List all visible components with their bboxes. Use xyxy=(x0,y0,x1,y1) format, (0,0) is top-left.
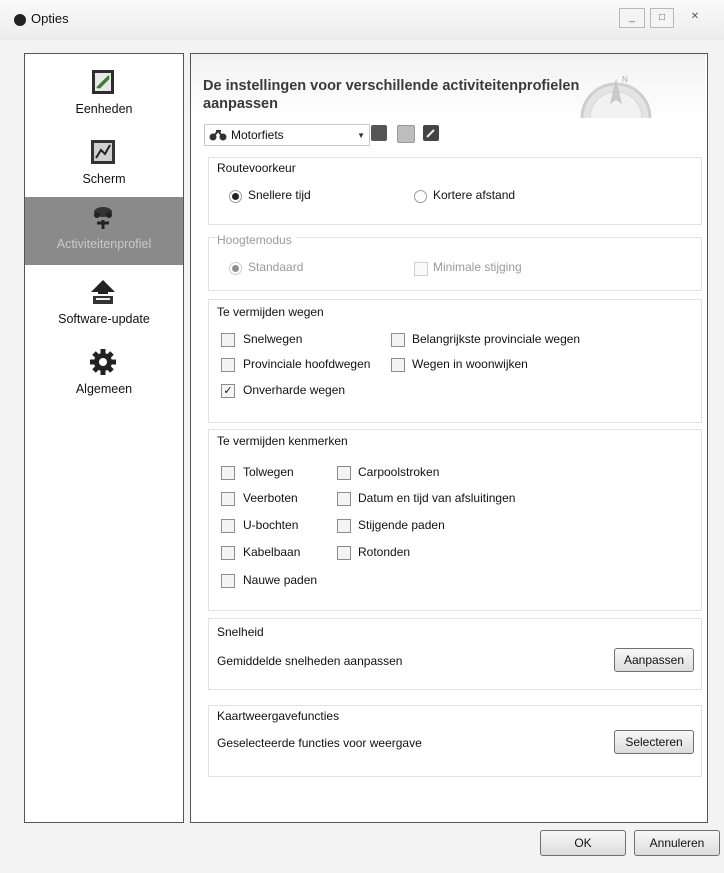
checkbox-tolwegen[interactable] xyxy=(221,466,235,480)
elevation-title: Hoogtemodus xyxy=(217,233,296,247)
checkbox-carpoolstroken[interactable] xyxy=(337,466,351,480)
checkbox-onverharde-wegen[interactable]: ✓ xyxy=(221,384,235,398)
checkbox-belangrijkste-provinciale-wegen-label: Belangrijkste provinciale wegen xyxy=(412,332,581,346)
adjust-speed-button[interactable]: Aanpassen xyxy=(614,648,694,672)
gear-icon xyxy=(90,349,116,375)
checkbox-veerboten-label: Veerboten xyxy=(243,491,298,505)
radio-shorter-distance-label: Kortere afstand xyxy=(433,188,516,202)
radio-shorter-distance[interactable] xyxy=(414,190,427,203)
checkbox-stijgende-paden[interactable] xyxy=(337,519,351,533)
sidebar-item-scherm[interactable]: Scherm xyxy=(25,132,183,200)
checkbox-wegen-in-woonwijken-label: Wegen in woonwijken xyxy=(412,357,528,371)
ruler-book-icon xyxy=(92,70,114,94)
sidebar-item-label: Scherm xyxy=(82,172,126,186)
checkbox-nauwe-paden[interactable] xyxy=(221,574,235,588)
checkbox-u-bochten[interactable] xyxy=(221,519,235,533)
sidebar-item-label: Software-update xyxy=(58,312,150,326)
checkbox-kabelbaan[interactable] xyxy=(221,546,235,560)
radio-faster-time[interactable] xyxy=(229,190,242,203)
checkbox-provinciale-hoofdwegen-label: Provinciale hoofdwegen xyxy=(243,357,371,371)
cancel-button[interactable]: Annuleren xyxy=(634,830,720,856)
select-features-button[interactable]: Selecteren xyxy=(614,730,694,754)
checkbox-stijgende-paden-label: Stijgende paden xyxy=(358,518,445,532)
pencil-icon xyxy=(426,129,435,138)
checkbox-rotonden-label: Rotonden xyxy=(358,545,411,559)
checkbox-datum-en-tijd-label: Datum en tijd van afsluitingen xyxy=(358,491,516,505)
avoid-roads-title: Te vermijden wegen xyxy=(217,305,324,319)
route-preference-title: Routevoorkeur xyxy=(217,161,296,175)
profile-dropdown[interactable]: Motorfiets ▼ xyxy=(204,124,370,146)
checkbox-tolwegen-label: Tolwegen xyxy=(243,465,294,479)
sidebar-item-label: Algemeen xyxy=(75,382,133,396)
map-features-description: Geselecteerde functies voor weergave xyxy=(217,736,422,750)
motorbike-icon xyxy=(94,207,112,229)
sidebar: Eenheden Scherm Activiteitenprofiel Soft… xyxy=(24,53,184,823)
checkbox-snelwegen[interactable] xyxy=(221,333,235,347)
app-icon xyxy=(14,14,26,26)
maximize-button[interactable]: □ xyxy=(650,8,674,28)
sidebar-item-label: Activiteitenprofiel xyxy=(56,237,152,251)
speed-description: Gemiddelde snelheden aanpassen xyxy=(217,654,403,668)
checkbox-provinciale-hoofdwegen[interactable] xyxy=(221,358,235,372)
minimal-climb-checkbox[interactable] xyxy=(414,262,428,276)
radio-standard-label: Standaard xyxy=(248,260,304,274)
profile-edit-icon[interactable] xyxy=(423,125,439,141)
speed-title: Snelheid xyxy=(217,625,264,639)
screen-icon xyxy=(91,140,115,164)
avoid-features-title: Te vermijden kenmerken xyxy=(217,434,348,448)
profile-copy-icon[interactable] xyxy=(397,125,415,143)
sidebar-item-software-update[interactable]: Software-update xyxy=(25,272,183,340)
page-title: De instellingen voor verschillende activ… xyxy=(203,78,580,112)
radio-faster-time-label: Snellere tijd xyxy=(248,188,311,202)
update-icon xyxy=(91,280,115,304)
ok-button[interactable]: OK xyxy=(540,830,626,856)
checkbox-onverharde-wegen-label: Onverharde wegen xyxy=(243,383,346,397)
minimal-climb-label: Minimale stijging xyxy=(433,260,522,274)
checkbox-wegen-in-woonwijken[interactable] xyxy=(391,358,405,372)
close-button[interactable]: ✕ xyxy=(680,8,710,26)
checkbox-snelwegen-label: Snelwegen xyxy=(243,332,303,346)
minimize-button[interactable]: _ xyxy=(619,8,645,28)
map-features-title: Kaartweergavefuncties xyxy=(217,709,340,723)
checkbox-datum-en-tijd[interactable] xyxy=(337,492,351,506)
title-bar xyxy=(0,0,724,40)
chevron-down-icon: ▼ xyxy=(357,131,365,140)
checkbox-belangrijkste-provinciale-wegen[interactable] xyxy=(391,333,405,347)
checkbox-carpoolstroken-label: Carpoolstroken xyxy=(358,465,440,479)
checkbox-veerboten[interactable] xyxy=(221,492,235,506)
checkbox-u-bochten-label: U-bochten xyxy=(243,518,299,532)
profile-dropdown-value: Motorfiets xyxy=(231,128,284,142)
svg-text:N: N xyxy=(622,75,628,84)
sidebar-item-algemeen[interactable]: Algemeen xyxy=(25,342,183,410)
profile-info-icon[interactable] xyxy=(371,125,387,141)
sidebar-item-eenheden[interactable]: Eenheden xyxy=(25,62,183,130)
window-title: Opties xyxy=(31,11,69,26)
radio-standard[interactable] xyxy=(229,262,242,275)
checkbox-nauwe-paden-label: Nauwe paden xyxy=(243,573,318,587)
sidebar-item-label: Eenheden xyxy=(75,102,133,116)
checkbox-rotonden[interactable] xyxy=(337,546,351,560)
checkbox-kabelbaan-label: Kabelbaan xyxy=(243,545,301,559)
sidebar-item-activiteitenprofiel[interactable]: Activiteitenprofiel xyxy=(25,197,183,265)
compass-icon: N xyxy=(580,75,652,119)
motorbike-icon xyxy=(209,129,227,141)
